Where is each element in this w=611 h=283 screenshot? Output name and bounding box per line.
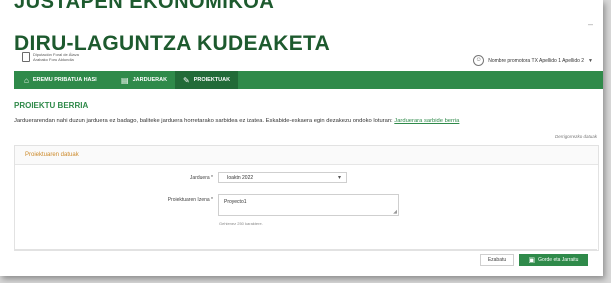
list-icon: ▤: [121, 75, 129, 85]
activity-selected-value: Ioaktn 2022: [227, 175, 254, 181]
required-fields-note: Derrigorrezko datuak: [554, 134, 597, 139]
nav-item-label: EREMU PRIBATUA HASI: [32, 77, 97, 83]
organization-logo: Diputación Foral de Álava Arabako Foru A…: [22, 52, 79, 62]
edit-icon: ✎: [183, 75, 190, 85]
project-name-hint: Gehienez 250 karaktere.: [219, 221, 263, 226]
chevron-down-icon: ▾: [337, 175, 341, 181]
new-activity-access-link[interactable]: Jarduerara sarbide berria: [394, 118, 459, 124]
panel-header: Proiektuaren datuak: [15, 146, 598, 165]
project-name-textarea[interactable]: Proyecto1 ◢: [218, 194, 399, 216]
resize-handle-icon[interactable]: ◢: [393, 210, 397, 215]
info-message: Jarduerarendan nahi duzun jarduera ez ba…: [14, 118, 459, 124]
nav-item-activities[interactable]: ▤ JARDUERAK: [121, 71, 167, 89]
save-and-continue-button[interactable]: ▣ Gorde eta Jarraitu: [519, 254, 588, 266]
user-name: Nombre promotora TX Apellido 1 Apellido …: [488, 57, 585, 64]
main-navigation: ⌂ EREMU PRIBATUA HASI ▤ JARDUERAK ✎ PROI…: [14, 71, 603, 89]
activity-select[interactable]: Ioaktn 2022 ▾: [218, 172, 347, 183]
chevron-down-icon: ▼: [588, 57, 593, 64]
info-text: Jarduerarendan nahi duzun jarduera ez ba…: [14, 118, 393, 124]
project-data-panel: Proiektuaren datuak Jarduera * Ioaktn 20…: [14, 145, 599, 251]
save-icon: ▣: [528, 257, 536, 264]
user-icon: ☺: [473, 55, 485, 66]
nav-item-projects[interactable]: ✎ PROIEKTUAK: [175, 71, 239, 89]
nav-item-label: JARDUERAK: [132, 77, 168, 83]
home-icon: ⌂: [24, 75, 29, 85]
minimize-icon[interactable]: –: [588, 19, 593, 29]
delete-button[interactable]: Ezabatu: [480, 254, 514, 266]
project-name-label: Proiektuaren Izena *: [167, 197, 213, 203]
nav-item-home[interactable]: ⌂ EREMU PRIBATUA HASI: [24, 71, 97, 89]
app-window: JUSTAPEN EKONOMIKOA DIRU-LAGUNTZA KUDEAK…: [0, 0, 603, 276]
logo-line-2: Arabako Foru Aldundia: [33, 57, 74, 62]
app-subtitle: JUSTAPEN EKONOMIKOA: [14, 0, 275, 13]
user-menu[interactable]: ☺ Nombre promotora TX Apellido 1 Apellid…: [473, 55, 593, 66]
page-title: PROIEKTU BERRIA: [14, 101, 89, 110]
footer-divider: [14, 249, 597, 250]
nav-item-label: PROIEKTUAK: [193, 77, 231, 83]
activity-label: Jarduera *: [189, 175, 213, 181]
panel-title: Proiektuaren datuak: [25, 152, 79, 158]
crest-icon: [22, 52, 30, 62]
save-button-label: Gorde eta Jarraitu: [538, 257, 579, 263]
project-name-value: Proyecto1: [224, 199, 247, 205]
